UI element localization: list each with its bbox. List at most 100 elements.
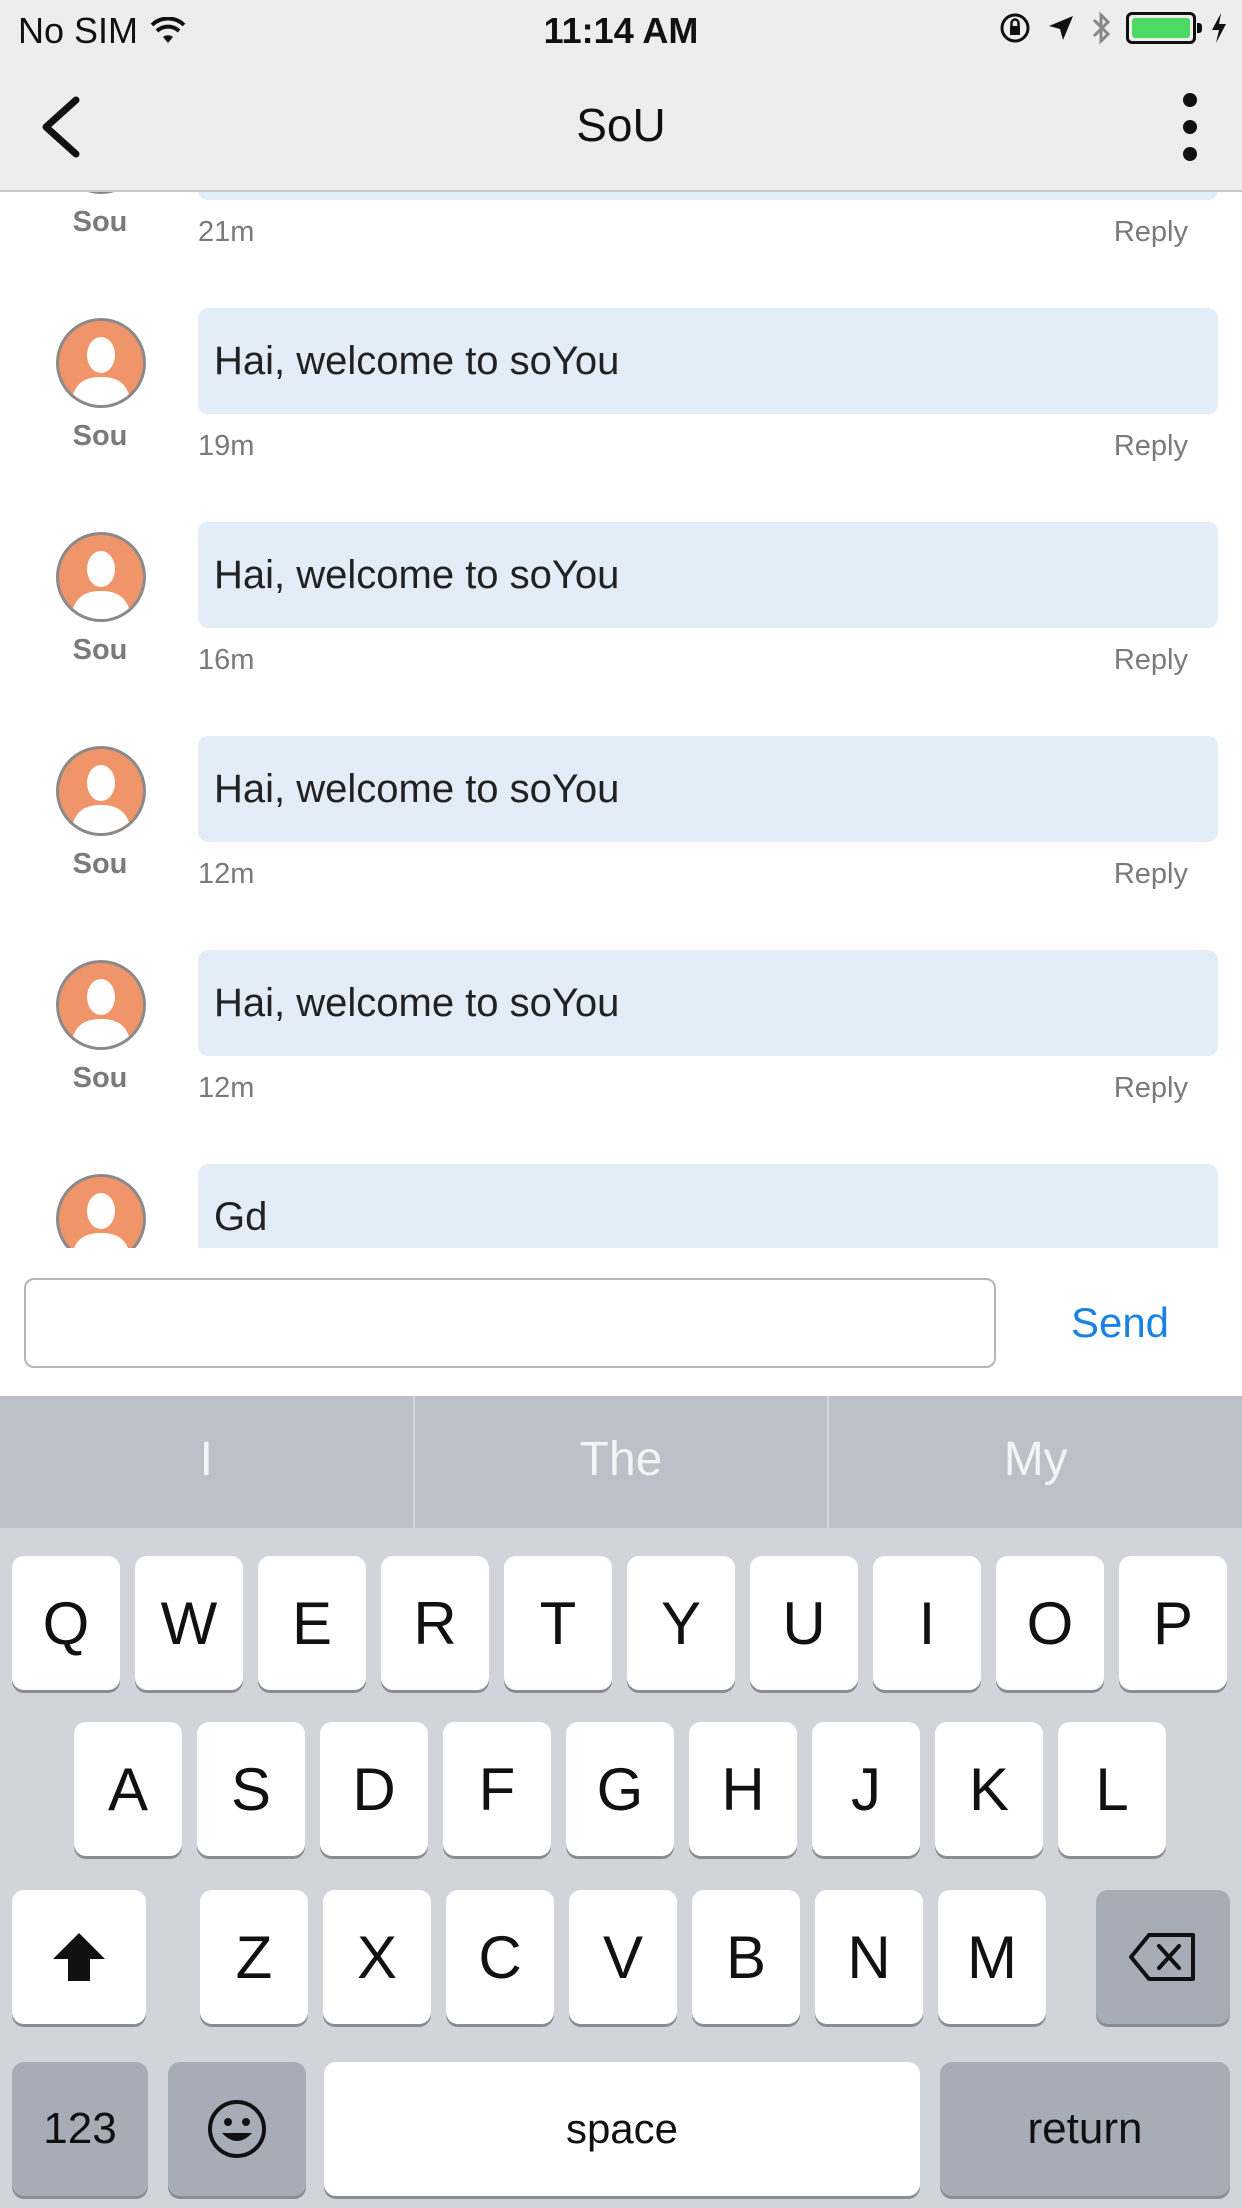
avatar[interactable] <box>56 318 146 408</box>
message-bubble: Hai, welcome to soYou <box>198 522 1218 628</box>
message-text: Hai, welcome to soYou <box>214 980 620 1025</box>
composer: Send <box>0 1248 1242 1396</box>
key-n[interactable]: N <box>815 1890 923 2024</box>
key-q[interactable]: Q <box>12 1556 120 1690</box>
page-title: SoU <box>576 99 666 151</box>
key-y[interactable]: Y <box>627 1556 735 1690</box>
key-numbers-label: 123 <box>43 2104 117 2153</box>
user-silhouette-icon <box>74 1193 128 1248</box>
message-time: 16m <box>198 644 255 676</box>
key-h[interactable]: H <box>689 1722 797 1856</box>
key-p[interactable]: P <box>1119 1556 1227 1690</box>
message-author: Sou <box>72 206 128 238</box>
list-item: SouGd <box>0 1156 1242 1248</box>
key-z[interactable]: Z <box>200 1890 308 2024</box>
suggestion-item[interactable]: My <box>829 1396 1242 1528</box>
key-t[interactable]: T <box>504 1556 612 1690</box>
message-author: Sou <box>72 634 128 666</box>
message-time: 12m <box>198 1072 255 1104</box>
key-k[interactable]: K <box>935 1722 1043 1856</box>
suggestion-item[interactable]: I <box>0 1396 415 1528</box>
key-b[interactable]: B <box>692 1890 800 2024</box>
list-item: Sou Hai, welcome to soYou 12m Reply <box>0 728 1242 942</box>
key-return[interactable]: return <box>940 2062 1230 2196</box>
message-text: Hai, welcome to soYou <box>214 338 620 383</box>
message-author: Sou <box>72 848 128 880</box>
status-bar: No SIM 11:14 AM <box>0 0 1242 62</box>
send-button[interactable]: Send <box>1040 1288 1200 1358</box>
key-f[interactable]: F <box>443 1722 551 1856</box>
list-item: Sou Hai, welcome to soYou 21m Reply <box>0 192 1242 300</box>
message-text: Hai, welcome to soYou <box>214 552 620 597</box>
message-author: Sou <box>72 420 128 452</box>
suggestion-item[interactable]: The <box>415 1396 830 1528</box>
message-list[interactable]: Sou Hai, welcome to soYou 21m Reply Sou Hai, … <box>0 192 1242 1248</box>
key-e[interactable]: E <box>258 1556 366 1690</box>
message-author: Sou <box>72 1062 128 1094</box>
key-o[interactable]: O <box>996 1556 1104 1690</box>
key-i[interactable]: I <box>873 1556 981 1690</box>
key-j[interactable]: J <box>812 1722 920 1856</box>
status-right <box>998 10 1228 46</box>
key-shift[interactable] <box>12 1890 146 2024</box>
key-delete[interactable] <box>1096 1890 1230 2024</box>
key-s[interactable]: S <box>197 1722 305 1856</box>
list-item: Sou Hai, welcome to soYou 12m Reply <box>0 942 1242 1156</box>
reply-button[interactable]: Reply <box>1114 644 1188 677</box>
message-time: 12m <box>198 858 255 890</box>
more-vertical-icon[interactable] <box>1168 90 1212 164</box>
nav-bar: SoU <box>0 62 1242 192</box>
message-time: 21m <box>198 216 255 248</box>
emoji-icon <box>208 2100 266 2158</box>
key-l[interactable]: L <box>1058 1722 1166 1856</box>
key-m[interactable]: M <box>938 1890 1046 2024</box>
battery-icon <box>1126 12 1202 44</box>
reply-button[interactable]: Reply <box>1114 1072 1188 1105</box>
key-space[interactable]: space <box>324 2062 920 2196</box>
avatar[interactable] <box>56 192 146 194</box>
reply-button[interactable]: Reply <box>1114 430 1188 463</box>
list-item: Sou Hai, welcome to soYou 19m Reply <box>0 300 1242 514</box>
user-silhouette-icon <box>71 979 131 1047</box>
key-emoji[interactable] <box>168 2062 306 2196</box>
key-space-label: space <box>565 2105 679 2152</box>
key-c[interactable]: C <box>446 1890 554 2024</box>
key-r[interactable]: R <box>381 1556 489 1690</box>
message-bubble: Hai, welcome to soYou <box>198 736 1218 842</box>
key-numbers[interactable]: 123 <box>12 2062 148 2196</box>
message-bubble: Hai, welcome to soYou <box>198 308 1218 414</box>
battery-fill <box>1132 18 1190 38</box>
message-bubble: Gd <box>198 1164 1218 1248</box>
avatar[interactable] <box>56 960 146 1050</box>
bluetooth-icon <box>1092 11 1111 45</box>
location-icon <box>1049 16 1073 40</box>
reply-button[interactable]: Reply <box>1114 216 1188 249</box>
charging-icon <box>1212 13 1226 43</box>
avatar[interactable] <box>56 746 146 836</box>
key-g[interactable]: G <box>566 1722 674 1856</box>
avatar[interactable] <box>56 532 146 622</box>
shift-icon <box>53 1933 105 1981</box>
message-bubble: Hai, welcome to soYou <box>198 192 1218 200</box>
message-text: Hai, welcome to soYou <box>214 766 620 811</box>
key-v[interactable]: V <box>569 1890 677 2024</box>
key-u[interactable]: U <box>750 1556 858 1690</box>
suggestion-bar: I The My <box>0 1396 1242 1528</box>
orientation-lock-icon <box>1000 13 1030 43</box>
message-input[interactable] <box>24 1278 996 1368</box>
user-silhouette-icon <box>71 551 131 619</box>
message-time: 19m <box>198 430 255 462</box>
key-d[interactable]: D <box>320 1722 428 1856</box>
list-item: Sou Hai, welcome to soYou 16m Reply <box>0 514 1242 728</box>
key-return-label: return <box>1027 2104 1143 2153</box>
message-text: Gd <box>214 1194 268 1239</box>
user-silhouette-icon <box>71 337 131 405</box>
backspace-icon <box>1129 1933 1195 1981</box>
user-silhouette-icon <box>71 765 131 833</box>
key-x[interactable]: X <box>323 1890 431 2024</box>
message-bubble: Hai, welcome to soYou <box>198 950 1218 1056</box>
key-w[interactable]: W <box>135 1556 243 1690</box>
avatar[interactable] <box>56 1174 146 1248</box>
key-a[interactable]: A <box>74 1722 182 1856</box>
reply-button[interactable]: Reply <box>1114 858 1188 891</box>
